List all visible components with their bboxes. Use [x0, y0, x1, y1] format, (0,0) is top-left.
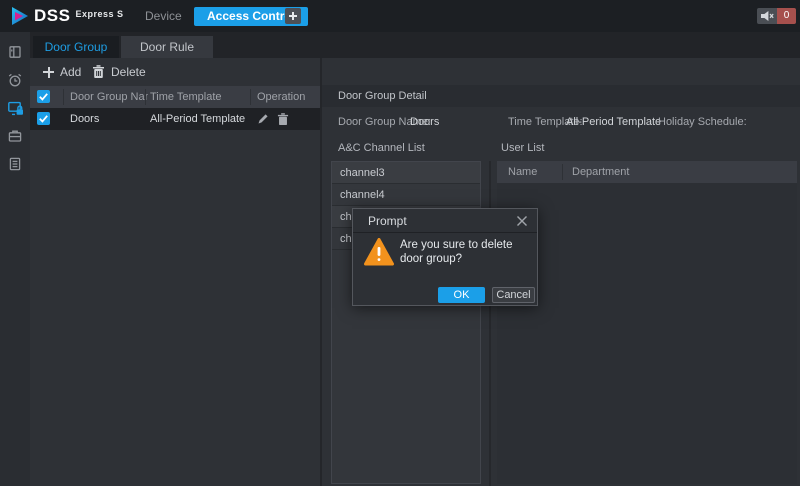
plus-icon [43, 67, 54, 78]
add-button-label: Add [60, 65, 81, 79]
alarm-clock-icon[interactable] [7, 72, 23, 88]
log-icon[interactable] [7, 156, 23, 172]
delete-button-label: Delete [111, 65, 146, 79]
tab-door-rule[interactable]: Door Rule [121, 36, 213, 58]
select-all-checkbox[interactable] [37, 90, 50, 103]
detail-fields: Door Group Name: Doors Time Template: Al… [322, 109, 800, 135]
edit-icon[interactable] [257, 113, 269, 125]
logo-text: DSS [34, 6, 70, 26]
access-control-icon[interactable] [7, 100, 23, 116]
tab-device[interactable]: Device [133, 0, 194, 32]
cancel-button[interactable]: Cancel [492, 287, 535, 303]
row-group-name: Doors [70, 108, 148, 130]
dialog-title: Prompt [353, 209, 537, 233]
dialog-message: Are you sure to delete door group? [400, 238, 534, 266]
detail-panel-title: Door Group Detail [322, 85, 800, 107]
group-toolbar: Add Delete [30, 58, 320, 86]
warning-icon [364, 238, 394, 266]
group-table-header: Door Group Name Time Template Operation [30, 86, 320, 108]
add-tab-button[interactable] [285, 8, 301, 24]
tab-door-group[interactable]: Door Group [33, 36, 119, 58]
user-table-body [497, 183, 797, 484]
top-header: DSS Express S Device Access Control 0 [0, 0, 800, 32]
delete-button[interactable]: Delete [92, 64, 146, 80]
speaker-muted-icon [760, 10, 774, 22]
door-group-row[interactable]: Doors All-Period Template [30, 108, 320, 130]
column-separator [63, 89, 64, 105]
column-header-operation: Operation [257, 86, 317, 108]
column-separator [250, 89, 251, 105]
door-tabbar: Door Group Door Rule [30, 32, 800, 58]
prompt-dialog: Prompt Are you sure to delete door group… [352, 208, 538, 306]
add-button[interactable]: Add [43, 64, 81, 80]
detail-template-value: All-Period Template [566, 109, 661, 135]
column-separator [562, 164, 563, 180]
detail-name-value: Doors [410, 109, 439, 135]
channel-list-label: A&C Channel List [338, 141, 425, 155]
user-table-header: Name Department [497, 161, 797, 183]
toolbox-icon[interactable] [7, 128, 23, 144]
dss-logo-icon [10, 5, 30, 27]
trash-icon [92, 65, 105, 79]
console-icon[interactable] [7, 44, 23, 60]
close-icon[interactable] [516, 215, 528, 227]
app-window: DSS Express S Device Access Control 0 [0, 0, 800, 486]
ok-button[interactable]: OK [438, 287, 485, 303]
channel-list-item[interactable]: channel4 [332, 184, 480, 206]
left-icon-rail [0, 32, 30, 486]
row-time-template: All-Period Template [150, 108, 250, 130]
logo-edition: Express S [75, 9, 123, 19]
mute-sound-button[interactable] [757, 8, 777, 24]
alarm-count-badge[interactable]: 0 [777, 8, 796, 24]
delete-row-icon[interactable] [277, 113, 289, 125]
user-column-department: Department [572, 161, 692, 183]
row-checkbox[interactable] [37, 112, 50, 125]
column-header-template: Time Template [150, 86, 248, 108]
user-list-label: User List [501, 141, 544, 155]
channel-list-item[interactable]: channel3 [332, 162, 480, 184]
dss-logo: DSS Express S [10, 5, 124, 27]
detail-holiday-label: Holiday Schedule: [658, 109, 747, 135]
column-header-name: Door Group Name [70, 86, 148, 108]
column-separator [145, 89, 146, 105]
user-column-name: Name [508, 161, 558, 183]
